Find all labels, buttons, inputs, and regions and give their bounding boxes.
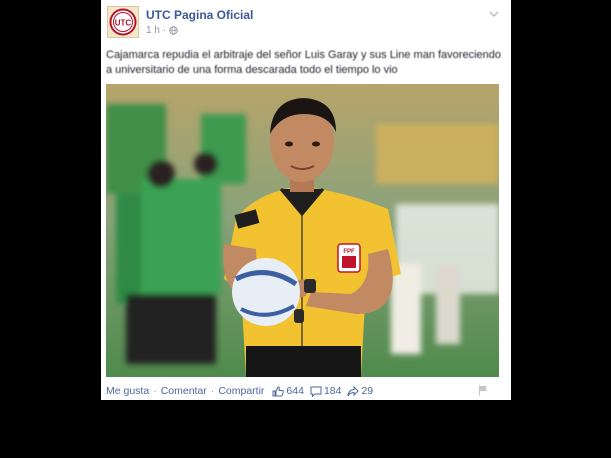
post-timestamp[interactable]: 1 h [146, 25, 160, 36]
meta-separator: · [162, 25, 167, 36]
comment-icon[interactable] [310, 386, 322, 397]
like-button[interactable]: Me gusta [106, 385, 149, 397]
post-meta: 1 h · [146, 25, 178, 36]
thumbs-up-icon[interactable] [272, 385, 285, 397]
comment-count[interactable]: 184 [324, 385, 342, 397]
referee-photo: FPF [106, 84, 499, 377]
flag-icon[interactable] [478, 385, 489, 396]
post-card: UTC UTC Pagina Oficial 1 h · Cajamarca r… [101, 0, 511, 400]
fpf-badge-label: FPF [343, 249, 355, 255]
post-text: Cajamarca repudia el arbitraje del señor… [106, 48, 504, 78]
post-text-content: Cajamarca repudia el arbitraje del señor… [106, 49, 501, 76]
utc-logo: UTC [109, 8, 137, 36]
like-count[interactable]: 644 [286, 385, 304, 397]
chevron-down-icon[interactable] [487, 7, 501, 21]
page-name-link[interactable]: UTC Pagina Oficial [146, 8, 253, 22]
share-button[interactable]: Compartir [218, 385, 264, 397]
comment-button[interactable]: Comentar [161, 385, 207, 397]
share-count[interactable]: 29 [361, 385, 373, 397]
post-actions: Me gusta · Comentar · Compartir 644 184 … [106, 385, 379, 397]
share-icon[interactable] [347, 385, 360, 397]
post-photo[interactable]: FPF [106, 84, 499, 377]
globe-icon [169, 26, 178, 35]
page-avatar[interactable]: UTC [107, 6, 139, 38]
action-separator: · [153, 385, 157, 397]
action-separator: · [210, 385, 215, 397]
svg-text:UTC: UTC [115, 19, 132, 28]
